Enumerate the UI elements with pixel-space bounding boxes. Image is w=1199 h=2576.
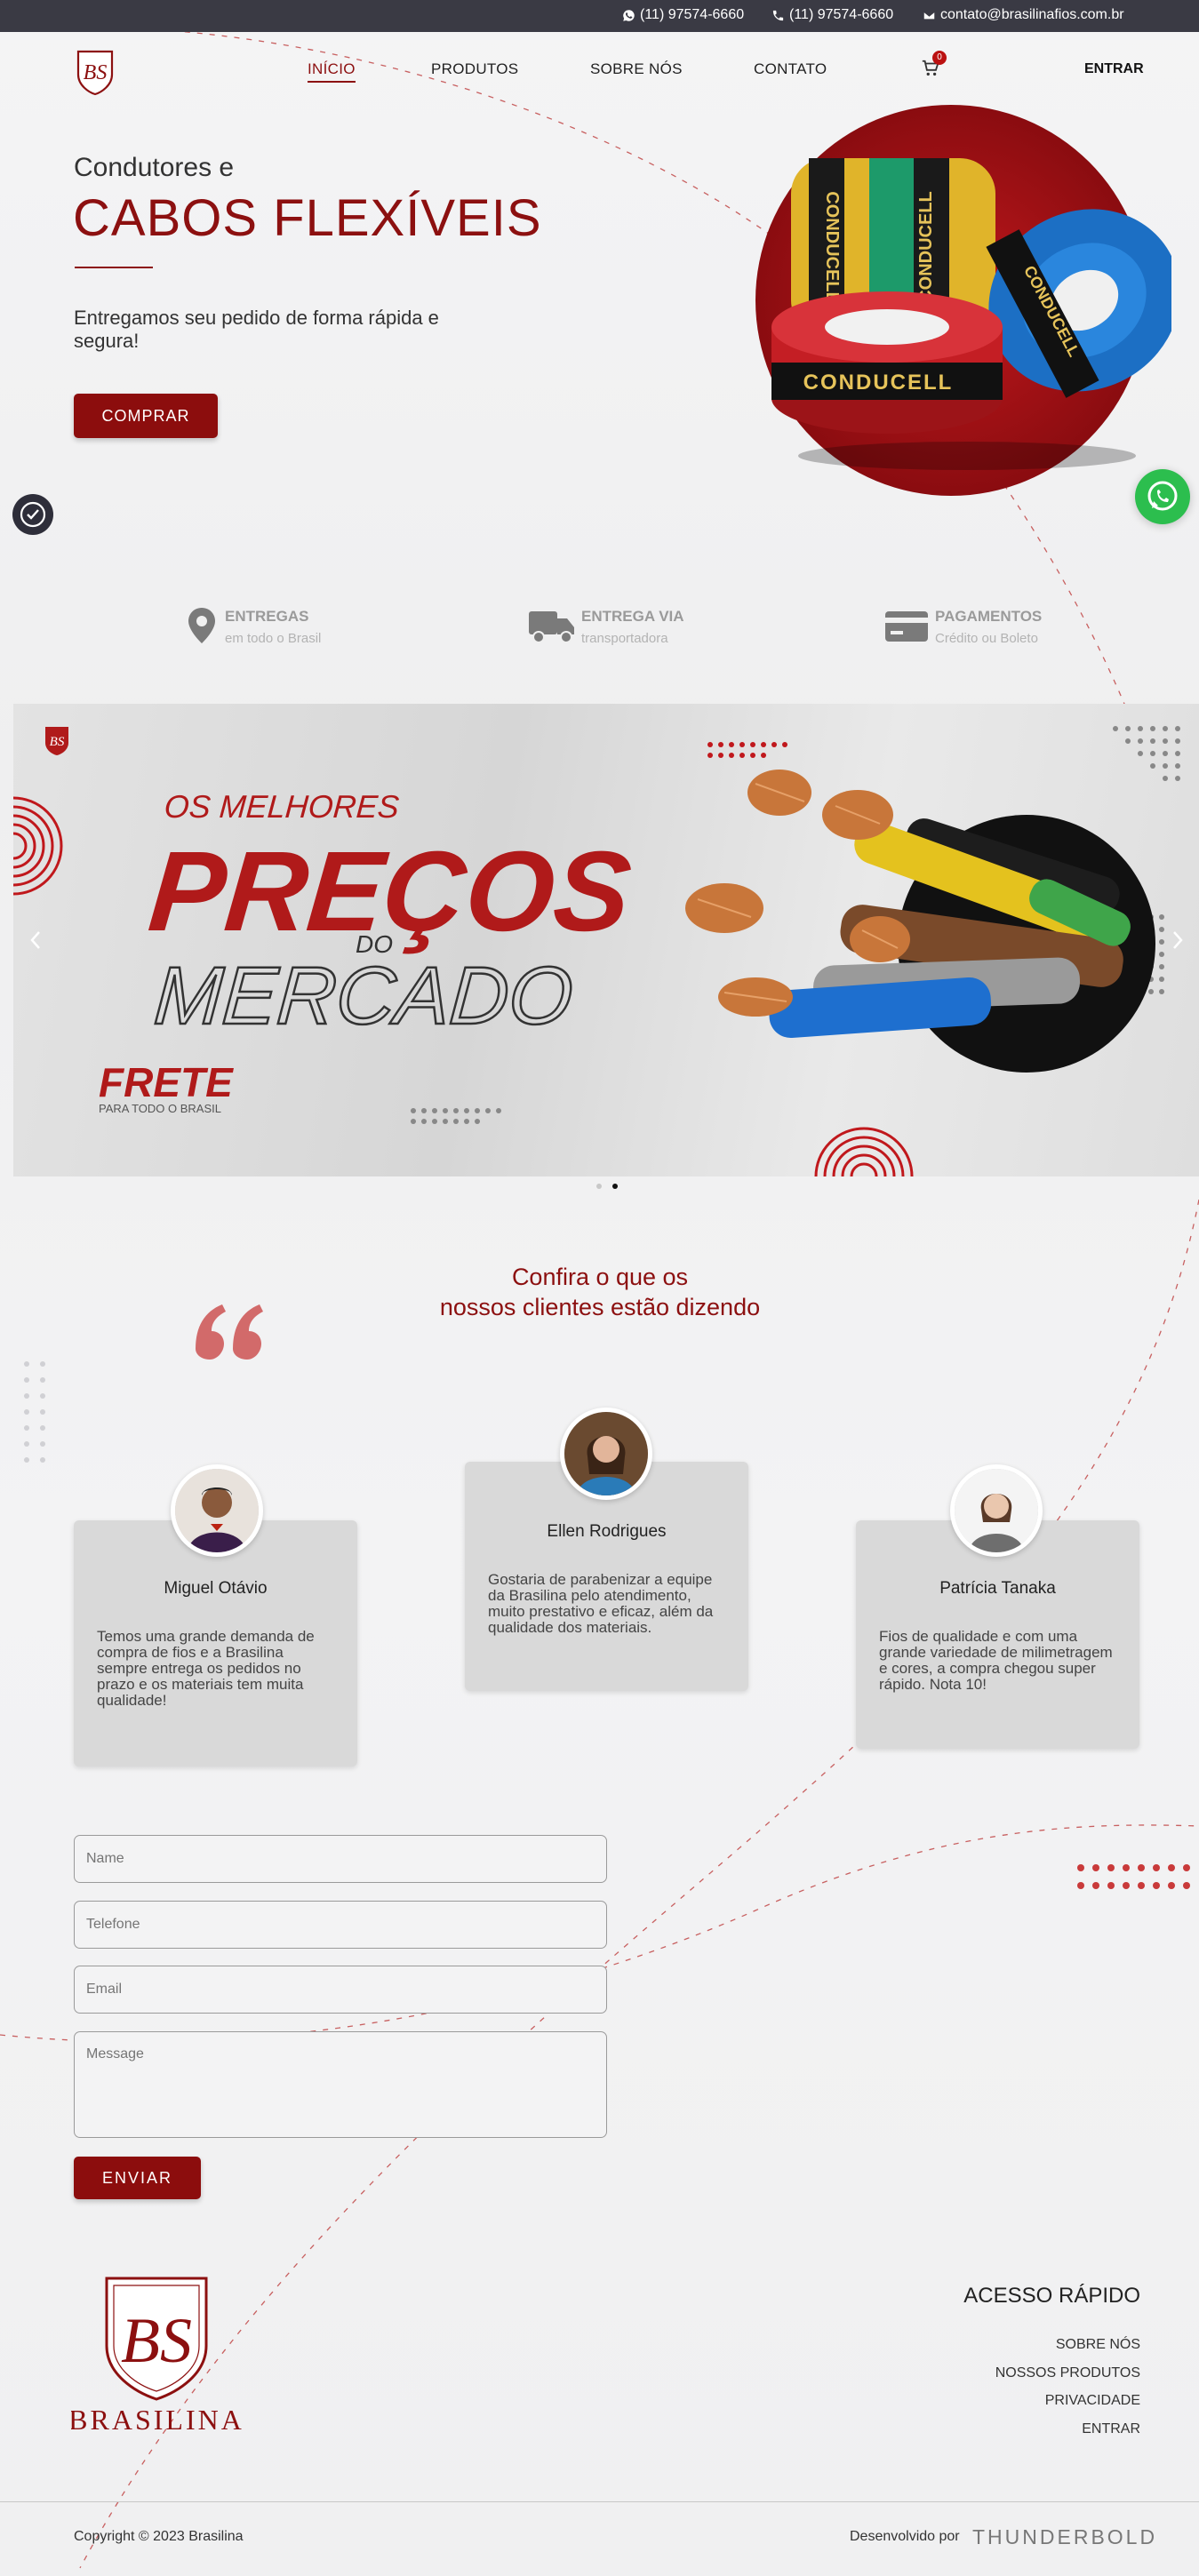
brand-text-1: CONDUCELL <box>822 191 842 303</box>
hero-pretitle: Condutores e <box>74 153 235 182</box>
carousel-next-icon[interactable] <box>1171 930 1184 950</box>
send-button[interactable]: ENVIAR <box>74 2157 201 2199</box>
testimonial-text: Temos uma grande demanda de compra de fi… <box>97 1628 315 1709</box>
banner-line-1: OS MELHORES <box>163 788 400 825</box>
nav-sobre-nos[interactable]: SOBRE NÓS <box>590 60 683 78</box>
feature-title-pagamentos: PAGAMENTOS <box>935 608 1043 625</box>
phone-contact-2[interactable]: (11) 97574-6660 <box>771 7 893 23</box>
email-input[interactable] <box>74 1966 607 2014</box>
testimonials-title-line-1: Confira o que os <box>511 1264 689 1290</box>
footer-link-entrar[interactable]: ENTRAR <box>1082 2421 1140 2437</box>
hero-subtitle: Entregamos seu pedido de forma rápida e … <box>74 307 439 352</box>
testimonial-text: Fios de qualidade e com uma grande varie… <box>879 1628 1113 1693</box>
envelope-icon <box>923 11 936 20</box>
testimonial-name: Miguel Otávio <box>164 1579 268 1598</box>
feature-subtitle-entrega-via: transportadora <box>581 631 668 646</box>
footer-link-sobre-nos[interactable]: SOBRE NÓS <box>1056 2337 1140 2353</box>
credit-card-icon <box>885 611 928 642</box>
cart-count-badge: 0 <box>932 51 947 65</box>
nav-contato[interactable]: CONTATO <box>754 60 827 78</box>
login-link[interactable]: ENTRAR <box>1084 61 1144 77</box>
feature-subtitle-entregas: em todo o Brasil <box>225 631 322 646</box>
testimonials-title: Confira o que os nossos clientes estão d… <box>382 1262 818 1322</box>
buy-button[interactable]: COMPRAR <box>74 394 218 438</box>
testimonial-card-1: Miguel Otávio Temos uma grande demanda d… <box>74 1520 357 1767</box>
footer-divider <box>0 2501 1199 2502</box>
name-input[interactable] <box>74 1835 607 1883</box>
banner-logo: BS <box>50 735 65 749</box>
phone-1-text: (11) 97574-6660 <box>640 7 745 22</box>
testimonial-name: Patrícia Tanaka <box>939 1579 1056 1598</box>
hero-divider <box>75 267 153 268</box>
footer-link-produtos[interactable]: NOSSOS PRODUTOS <box>995 2365 1140 2381</box>
accessibility-button[interactable] <box>12 494 53 535</box>
svg-text:BS: BS <box>84 61 108 84</box>
phone-icon <box>772 10 784 20</box>
feature-title-entregas: ENTREGAS <box>225 608 309 625</box>
carousel-prev-icon[interactable] <box>29 930 42 950</box>
banner-frete: FRETE <box>99 1059 234 1105</box>
truck-icon <box>529 611 574 643</box>
promo-banner-graphic: BS OS MELHORES PREÇOS DO MERCADO FRETE P… <box>13 726 1180 1176</box>
whatsapp-icon <box>1147 481 1178 511</box>
nav-produtos[interactable]: PRODUTOS <box>431 60 518 78</box>
hero-title: CABOS FLEXÍVEIS <box>73 189 542 247</box>
quote-mark-icon <box>196 1304 263 1360</box>
copyright-text: Copyright © 2023 Brasilina <box>74 2529 244 2544</box>
carousel-dot-1[interactable] <box>596 1184 602 1189</box>
banner-frete-sub: PARA TODO O BRASIL <box>99 1102 221 1115</box>
whatsapp-float-button[interactable] <box>1135 469 1190 524</box>
email-contact[interactable]: contato@brasilinafios.com.br <box>923 7 1124 23</box>
avatar-ellen <box>560 1408 652 1500</box>
quick-access-title: ACESSO RÁPIDO <box>963 2284 1140 2308</box>
email-text: contato@brasilinafios.com.br <box>940 7 1124 22</box>
testimonials-title-line-2: nossos clientes estão dizendo <box>439 1294 761 1320</box>
whatsapp-icon <box>623 9 635 21</box>
footer-brand-logo[interactable]: BS BRASILINA <box>71 2275 245 2436</box>
promo-banner-carousel[interactable]: BS OS MELHORES PREÇOS DO MERCADO FRETE P… <box>13 704 1199 1176</box>
message-textarea[interactable] <box>74 2031 607 2138</box>
testimonial-name: Ellen Rodrigues <box>547 1522 667 1541</box>
feature-subtitle-pagamentos: Crédito ou Boleto <box>935 631 1038 646</box>
nav-inicio[interactable]: INÍCIO <box>308 60 356 83</box>
carousel-dot-2[interactable] <box>612 1184 618 1189</box>
avatar-patricia <box>950 1464 1043 1557</box>
accessibility-icon <box>20 501 46 528</box>
footer-logo-text: BRASILINA <box>71 2404 244 2436</box>
cable-rolls-image: CONDUCELL CONDUCELL CONDUCELL CONDUCELL <box>755 105 1171 496</box>
developed-by-text: Desenvolvido por <box>850 2529 960 2544</box>
brand-logo[interactable]: BS <box>75 48 116 96</box>
brand-text-2: CONDUCELL <box>916 191 936 303</box>
phone-2-text: (11) 97574-6660 <box>789 7 894 22</box>
map-pin-icon <box>188 608 215 643</box>
footer-link-privacidade[interactable]: PRIVACIDADE <box>1045 2393 1140 2409</box>
footer-logo-mark: BS <box>121 2305 192 2376</box>
feature-title-entrega-via: ENTREGA VIA <box>581 608 684 625</box>
developer-logo[interactable]: THUNDERBOLD <box>972 2525 1157 2549</box>
avatar-miguel <box>171 1464 263 1557</box>
testimonial-text: Gostaria de parabenizar a equipe da Bras… <box>488 1571 714 1636</box>
brand-text-4: CONDUCELL <box>803 371 954 395</box>
top-contact-bar: (11) 97574-6660 (11) 97574-6660 contato@… <box>0 0 1199 32</box>
phone-contact-1[interactable]: (11) 97574-6660 <box>622 7 744 23</box>
phone-input[interactable] <box>74 1901 607 1949</box>
banner-line-4: MERCADO <box>151 950 575 1041</box>
